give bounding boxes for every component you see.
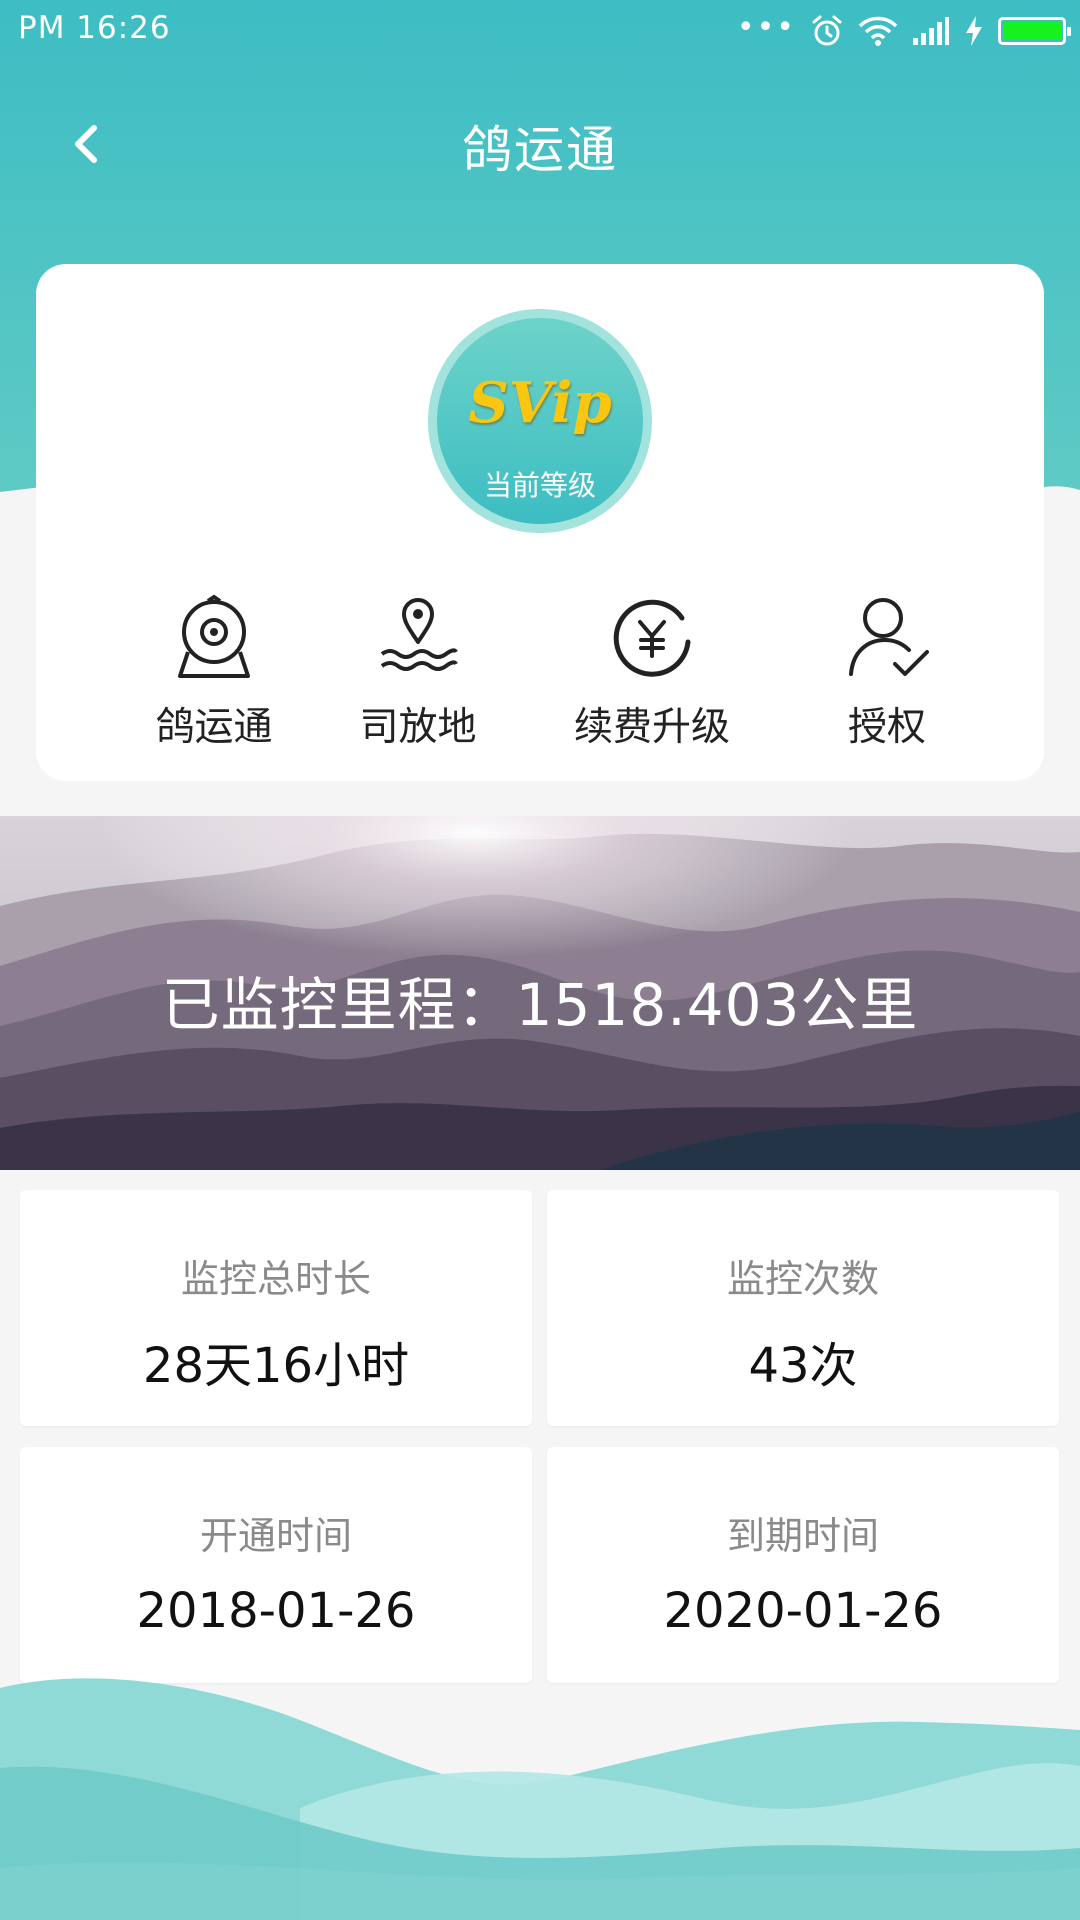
shortcut-label: 司放地 <box>359 705 477 750</box>
shortcut-renew-upgrade[interactable]: 续费升级 <box>542 594 762 754</box>
wifi-icon <box>858 16 898 46</box>
status-icons: ••• <box>736 10 1071 52</box>
status-time: PM 16:26 <box>18 10 171 46</box>
mileage-banner: 已监控里程：1518.403公里 <box>0 816 1080 1170</box>
stat-monitor-count: 监控次数 43次 <box>547 1190 1059 1426</box>
battery-level <box>1003 22 1061 40</box>
camera-icon <box>178 594 250 678</box>
location-pin-icon <box>380 598 458 671</box>
shortcut-label: 鸽运通 <box>155 705 273 750</box>
nav-bar: 鸽运通 <box>0 62 1080 230</box>
shortcut-label: 续费升级 <box>573 705 730 750</box>
level-badge: SVip 当前等级 <box>428 309 652 533</box>
signal-icon <box>913 17 949 45</box>
more-dots-icon: ••• <box>736 10 796 45</box>
shortcut-authorize[interactable]: 授权 <box>777 594 997 754</box>
shortcut-label: 授权 <box>847 705 926 750</box>
charging-icon <box>966 16 982 46</box>
shortcut-release-site[interactable]: 司放地 <box>308 594 528 754</box>
page-title: 鸽运通 <box>462 121 618 179</box>
stat-label: 到期时间 <box>726 1514 879 1558</box>
alarm-icon <box>812 15 842 46</box>
stat-value: 43次 <box>748 1338 858 1394</box>
stat-value: 28天16小时 <box>142 1338 410 1394</box>
status-bar: PM 16:26 ••• <box>0 0 1080 62</box>
stat-expiry-date: 到期时间 2020-01-26 <box>547 1447 1059 1683</box>
stat-label: 开通时间 <box>199 1514 352 1558</box>
level-badge-inner: SVip 当前等级 <box>437 318 643 524</box>
mileage-text: 已监控里程：1518.403公里 <box>161 971 919 1039</box>
user-check-icon <box>849 598 929 676</box>
level-label: 当前等级 <box>483 469 596 502</box>
stat-label: 监控总时长 <box>180 1257 371 1301</box>
shortcut-pigeon-transport[interactable]: 鸽运通 <box>104 594 324 754</box>
bottom-wave-decoration <box>0 1678 1080 1920</box>
yen-renew-icon <box>613 599 691 677</box>
membership-card: SVip 当前等级 鸽运通 司放地 续费升级 授权 <box>36 264 1044 781</box>
battery-icon <box>998 17 1071 45</box>
stat-value: 2020-01-26 <box>663 1583 943 1639</box>
svip-text: SVip <box>468 370 612 436</box>
stat-value: 2018-01-26 <box>136 1583 416 1639</box>
stat-activation-date: 开通时间 2018-01-26 <box>20 1447 532 1683</box>
stat-label: 监控次数 <box>726 1257 879 1301</box>
stat-total-duration: 监控总时长 28天16小时 <box>20 1190 532 1426</box>
